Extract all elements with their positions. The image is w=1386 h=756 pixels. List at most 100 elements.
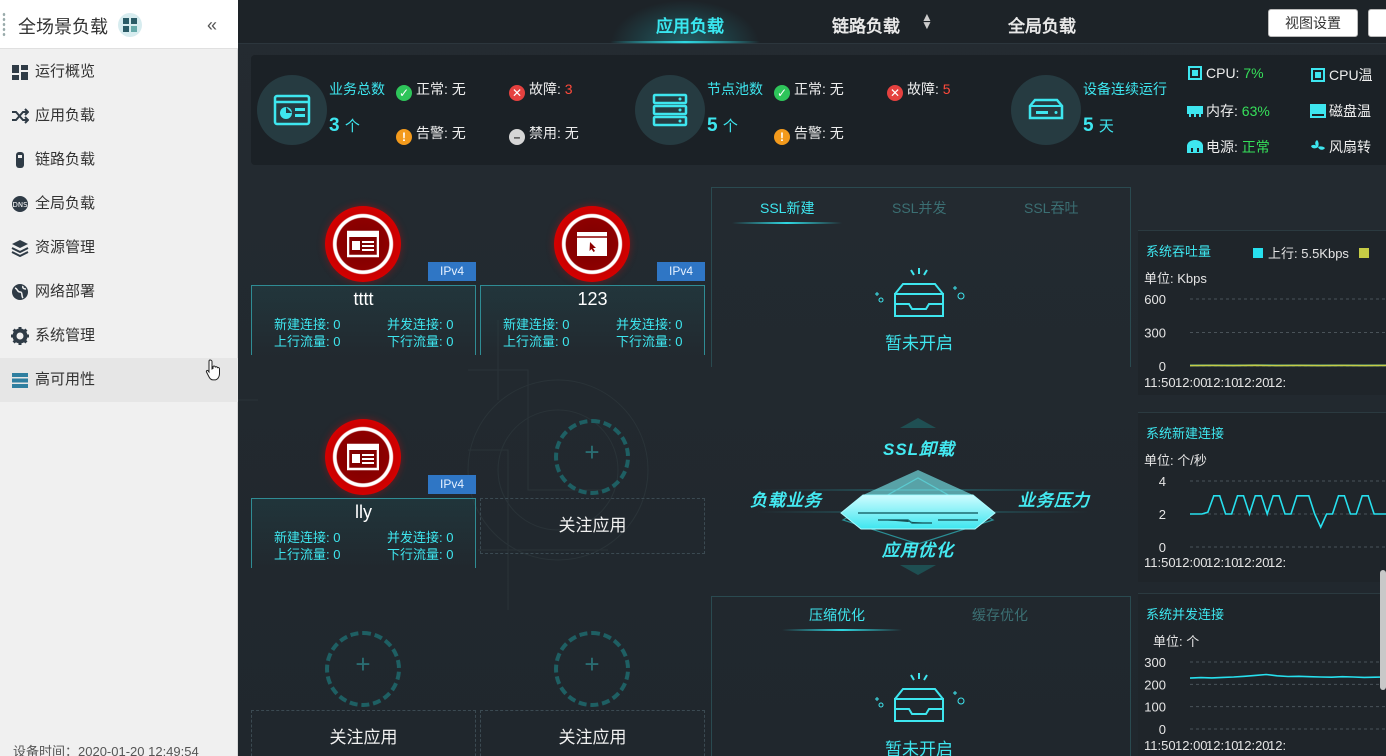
tab-link-load[interactable]: 链路负载	[832, 12, 900, 37]
sidebar-item-global-load[interactable]: DNS 全局负载	[0, 182, 238, 226]
not-enabled-text: 暂未开启	[885, 334, 953, 353]
x-tick-label: 12:10	[1206, 555, 1239, 570]
app-card[interactable]: 123 新建连接: 0 并发连接: 0 上行流量: 0 下行流量: 0	[480, 285, 705, 355]
y-tick-label: 0	[1159, 722, 1166, 737]
sidebar-item-label: 资源管理	[35, 239, 96, 256]
check-icon: ✓	[396, 85, 412, 101]
device-uptime-count: 5 天	[1083, 115, 1114, 136]
node-pool-icon	[635, 75, 705, 145]
x-tick-label: 12:20	[1237, 738, 1270, 753]
sort-arrows-icon[interactable]: ▲ ▼	[921, 11, 933, 31]
view-settings-button[interactable]: 视图设置	[1268, 9, 1358, 37]
app-downstream-traffic: 下行流量: 0	[387, 547, 454, 562]
x-tick-label: 12:00	[1175, 375, 1208, 390]
add-app-button[interactable]: +	[554, 419, 630, 495]
tab-ssl-new[interactable]: SSL新建	[760, 198, 814, 218]
sidebar-item-high-availability[interactable]: 高可用性	[0, 358, 238, 402]
business-total-count: 3 个	[329, 115, 360, 136]
app-downstream-traffic: 下行流量: 0	[616, 334, 683, 349]
dns-icon: DNS	[12, 196, 28, 212]
tab-cache[interactable]: 缓存优化	[972, 605, 1028, 625]
app-status-icon-error	[325, 206, 401, 282]
tab-app-load[interactable]: 应用负载	[656, 12, 724, 37]
fan-icon	[1311, 140, 1325, 150]
new-connections-plot: 0 2 4 11:50 12:0012:1012:2012:	[1144, 474, 1386, 570]
app-card[interactable]: tttt 新建连接: 0 并发连接: 0 上行流量: 0 下行流量: 0	[251, 285, 476, 355]
sidebar-item-network[interactable]: 网络部署	[0, 270, 238, 314]
y-tick-label: 2	[1159, 507, 1166, 522]
memory-usage: 内存: 63%	[1186, 101, 1270, 121]
ip-version-badge: IPv4	[428, 262, 476, 281]
ip-version-badge: IPv4	[428, 475, 476, 494]
app-upstream-traffic: 上行流量: 0	[503, 334, 570, 349]
server-stack-icon	[12, 373, 28, 388]
series-line	[1189, 673, 1386, 679]
business-disabled: – 禁用: 无	[509, 123, 579, 145]
sidebar-item-overview[interactable]: 运行概览	[0, 50, 238, 94]
sidebar-item-system[interactable]: 系统管理	[0, 314, 238, 358]
x-tick-label: 12:00	[1175, 738, 1208, 753]
sidebar-item-app-load[interactable]: 应用负载	[0, 94, 238, 138]
add-app-button[interactable]: +	[554, 631, 630, 707]
collapse-sidebar-icon[interactable]: «	[207, 16, 227, 34]
sidebar-item-label: 运行概览	[35, 63, 96, 80]
app-card[interactable]: lly 新建连接: 0 并发连接: 0 上行流量: 0 下行流量: 0	[251, 498, 476, 568]
follow-app-slot[interactable]: 关注应用	[480, 710, 705, 756]
follow-app-slot[interactable]: 关注应用	[251, 710, 476, 756]
x-tick-label: 12:20	[1237, 555, 1270, 570]
y-tick-label: 100	[1144, 700, 1166, 715]
business-warning: ! 告警: 无	[396, 123, 466, 145]
sidebar-item-link-load[interactable]: 链路负载	[0, 138, 238, 182]
x-tick-label: 12:10	[1206, 738, 1239, 753]
layers-icon	[11, 240, 29, 257]
x-tick-label: 12:20	[1237, 375, 1270, 390]
scrollbar[interactable]	[1380, 570, 1386, 690]
drag-grip-icon[interactable]	[2, 12, 6, 38]
new-connections-chart: 系统新建连接 单位: 个/秒 0 2 4 11:50 12:00 12:10 12:20 12…	[1138, 412, 1386, 582]
app-upstream-traffic: 上行流量: 0	[274, 547, 341, 562]
tab-compression[interactable]: 压缩优化	[809, 605, 865, 625]
active-tab-underline	[782, 629, 902, 631]
tab-global-load[interactable]: 全局负载	[1008, 12, 1076, 37]
sidebar-header: 全场景负载 «	[0, 0, 238, 49]
add-app-button[interactable]: +	[325, 631, 401, 707]
active-tab-underline	[732, 222, 842, 224]
plus-icon: +	[584, 437, 600, 467]
more-button[interactable]	[1368, 9, 1386, 37]
main-content: 应用负载 链路负载 ▲ ▼ 全局负载 视图设置 业务总数 3 个 ✓ 正常: 无 ✕…	[238, 0, 1386, 756]
follow-app-slot[interactable]: 关注应用	[480, 498, 705, 554]
tab-ssl-concurrent[interactable]: SSL并发	[892, 198, 946, 218]
globe-icon	[12, 284, 28, 300]
ip-version-badge: IPv4	[657, 262, 705, 281]
x-tick-label: 11:50	[1144, 375, 1176, 390]
throughput-chart: 系统吞吐量 上行: 5.5Kbps 单位: Kbps 0 300 600 11:50 1…	[1138, 230, 1386, 395]
stats-bar: 业务总数 3 个 ✓ 正常: 无 ✕ 故障: 3 ! 告警: 无 – 禁用: 无 节点池…	[251, 55, 1386, 165]
x-tick-label: 12:	[1268, 738, 1286, 753]
not-enabled-text: 暂未开启	[885, 740, 953, 756]
memory-icon	[1187, 106, 1203, 117]
x-tick-label: 11:50	[1144, 738, 1176, 753]
sidebar-item-label: 链路负载	[35, 151, 96, 168]
disk-icon	[1310, 104, 1326, 118]
y-tick-label: 200	[1144, 677, 1166, 692]
business-fault: ✕ 故障: 3	[509, 79, 573, 101]
cpu-icon	[1188, 66, 1202, 80]
app-name: 123	[577, 289, 608, 309]
link-icon	[16, 152, 24, 168]
cpu-temperature: CPU温	[1309, 65, 1373, 85]
business-normal: ✓ 正常: 无	[396, 79, 466, 101]
device-time: 设备时间：2020-01-20 12:49:54	[13, 744, 199, 756]
warning-icon: !	[396, 129, 412, 145]
tab-ssl-throughput[interactable]: SSL吞吐	[1024, 198, 1078, 218]
pool-warning: ! 告警: 无	[774, 123, 844, 145]
y-tick-label: 300	[1144, 655, 1166, 670]
x-tick-label: 12:	[1268, 555, 1286, 570]
cpu-usage: CPU: 7%	[1186, 65, 1264, 81]
concurrent-connections-plot: 0 100 200 300 11:50 12:0012:1012:2012:	[1144, 655, 1386, 753]
pool-normal: ✓ 正常: 无	[774, 79, 844, 101]
empty-box-icon	[875, 673, 965, 722]
node-pool-title: 节点池数	[707, 81, 763, 97]
x-tick-label: 12:	[1268, 375, 1286, 390]
node-pool-count: 5 个	[707, 115, 738, 136]
sidebar-item-resources[interactable]: 资源管理	[0, 226, 238, 270]
